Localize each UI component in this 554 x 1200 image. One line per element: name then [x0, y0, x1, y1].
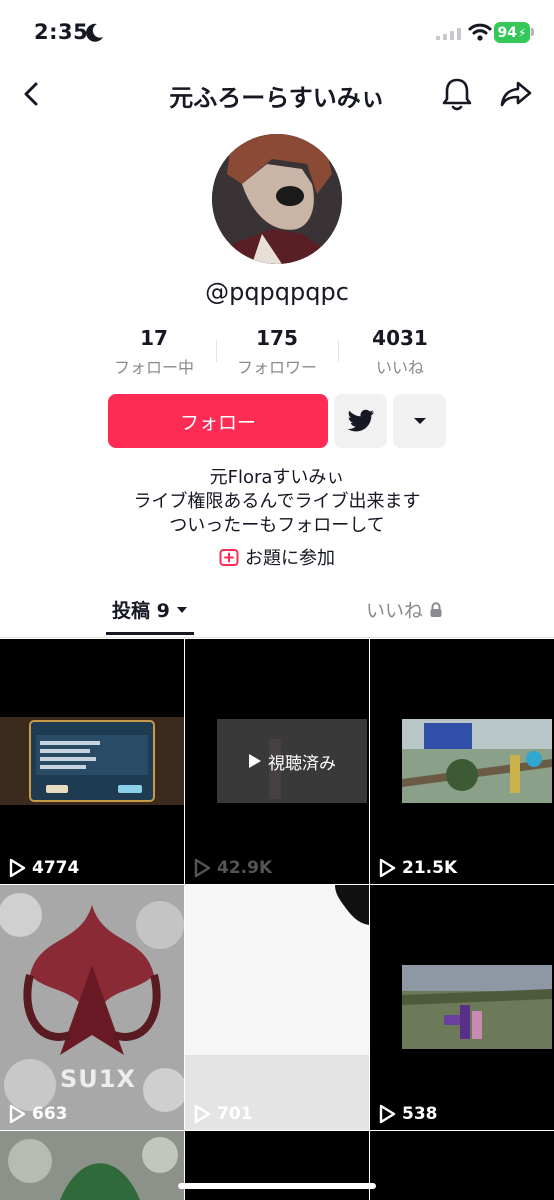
- status-time: 2:35: [34, 20, 89, 44]
- battery-indicator: 94 ⚡: [494, 22, 530, 43]
- video-preview: [0, 885, 184, 1130]
- play-filled-icon: [249, 754, 261, 768]
- lock-icon: [430, 601, 442, 617]
- wifi-icon: [468, 23, 492, 41]
- status-bar: 2:35 94 ⚡: [0, 0, 554, 62]
- stat-label: フォロー中: [113, 358, 194, 377]
- watched-overlay: 視聴済み: [217, 719, 367, 803]
- view-count-value: 4774: [32, 858, 80, 878]
- view-count: 701: [193, 1104, 253, 1124]
- video-thumbnail[interactable]: 701: [185, 885, 369, 1130]
- stat-value: 4031: [372, 326, 428, 350]
- view-count-value: 663: [32, 1104, 68, 1124]
- play-icon: [379, 1104, 396, 1124]
- twitter-button[interactable]: [334, 394, 387, 448]
- video-preview: [185, 885, 369, 1130]
- video-thumbnail[interactable]: 538: [370, 885, 554, 1130]
- view-count: 21.5K: [378, 858, 457, 878]
- video-preview: [0, 717, 184, 805]
- view-count-value: 21.5K: [402, 858, 458, 878]
- caret-down-icon: [413, 418, 426, 424]
- tab-active-indicator: [106, 632, 194, 635]
- video-thumbnail[interactable]: 4774: [0, 639, 184, 884]
- play-icon: [194, 1104, 211, 1124]
- username-handle: @pqpqpqpc: [205, 278, 349, 306]
- view-count-value: 42.9K: [217, 858, 273, 878]
- avatar-image: [212, 134, 342, 264]
- stat-label: フォロワー: [236, 358, 317, 377]
- stat-label: いいね: [375, 358, 424, 377]
- stat-divider: [338, 340, 339, 362]
- moon-icon: [86, 23, 103, 42]
- view-count: 538: [378, 1104, 438, 1124]
- follow-button[interactable]: フォロー: [108, 394, 328, 448]
- play-icon: [9, 858, 26, 878]
- video-thumbnail[interactable]: SU1X 663: [0, 885, 184, 1130]
- tab-likes[interactable]: いいね: [366, 596, 443, 623]
- play-icon: [379, 858, 396, 878]
- video-thumbnail[interactable]: [370, 1131, 554, 1200]
- view-count: 42.9K: [193, 858, 272, 878]
- stat-value: 175: [256, 326, 298, 350]
- bell-icon[interactable]: [440, 76, 474, 112]
- avatar[interactable]: [212, 134, 342, 264]
- video-preview: [402, 965, 552, 1049]
- battery-level: 94: [497, 24, 518, 41]
- stat-followers[interactable]: 175 フォロワー: [217, 326, 337, 378]
- stat-value: 17: [140, 326, 168, 350]
- video-thumbnail[interactable]: [185, 1131, 369, 1200]
- home-indicator[interactable]: [178, 1183, 376, 1189]
- video-thumbnail[interactable]: 21.5K: [370, 639, 554, 884]
- bio-line: 元Floraすいみぃ: [209, 467, 345, 488]
- view-count: 4774: [8, 858, 79, 878]
- tabs-divider: [0, 637, 554, 638]
- tab-likes-label: いいね: [366, 600, 424, 622]
- signal-icon: [436, 28, 461, 40]
- video-preview: [0, 1131, 184, 1200]
- bio: 元Floraすいみぃ ライブ権限あるんでライブ出来ます ついったーもフォローして: [0, 466, 554, 538]
- play-icon: [194, 858, 211, 878]
- video-thumbnail[interactable]: [0, 1131, 184, 1200]
- bio-line: ついったーもフォローして: [169, 515, 385, 536]
- more-options-button[interactable]: [393, 394, 446, 448]
- play-icon: [9, 1104, 26, 1124]
- video-caption-text: SU1X: [60, 1065, 136, 1093]
- stat-following[interactable]: 17 フォロー中: [94, 326, 214, 378]
- caret-down-icon: [176, 606, 187, 613]
- join-topic-label: お題に参加: [245, 548, 335, 569]
- tab-posts-label: 投稿 9: [112, 600, 170, 622]
- watched-label: 視聴済み: [268, 753, 336, 774]
- bio-line: ライブ権限あるんでライブ出来ます: [133, 491, 421, 512]
- view-count-value: 538: [402, 1104, 438, 1124]
- join-topic-link[interactable]: お題に参加: [0, 544, 554, 570]
- view-count: 663: [8, 1104, 68, 1124]
- add-topic-icon: [219, 549, 239, 566]
- stat-likes[interactable]: 4031 いいね: [340, 326, 460, 378]
- video-preview: [402, 719, 552, 803]
- video-grid: 4774 視聴済み 42.9K 21.5K SU1X 663 701 538: [0, 639, 554, 1200]
- video-thumbnail[interactable]: 視聴済み 42.9K: [185, 639, 369, 884]
- tab-posts[interactable]: 投稿 9: [112, 596, 188, 623]
- battery-tip: [531, 28, 534, 36]
- twitter-icon: [347, 409, 374, 432]
- view-count-value: 701: [217, 1104, 253, 1124]
- share-icon[interactable]: [498, 78, 534, 110]
